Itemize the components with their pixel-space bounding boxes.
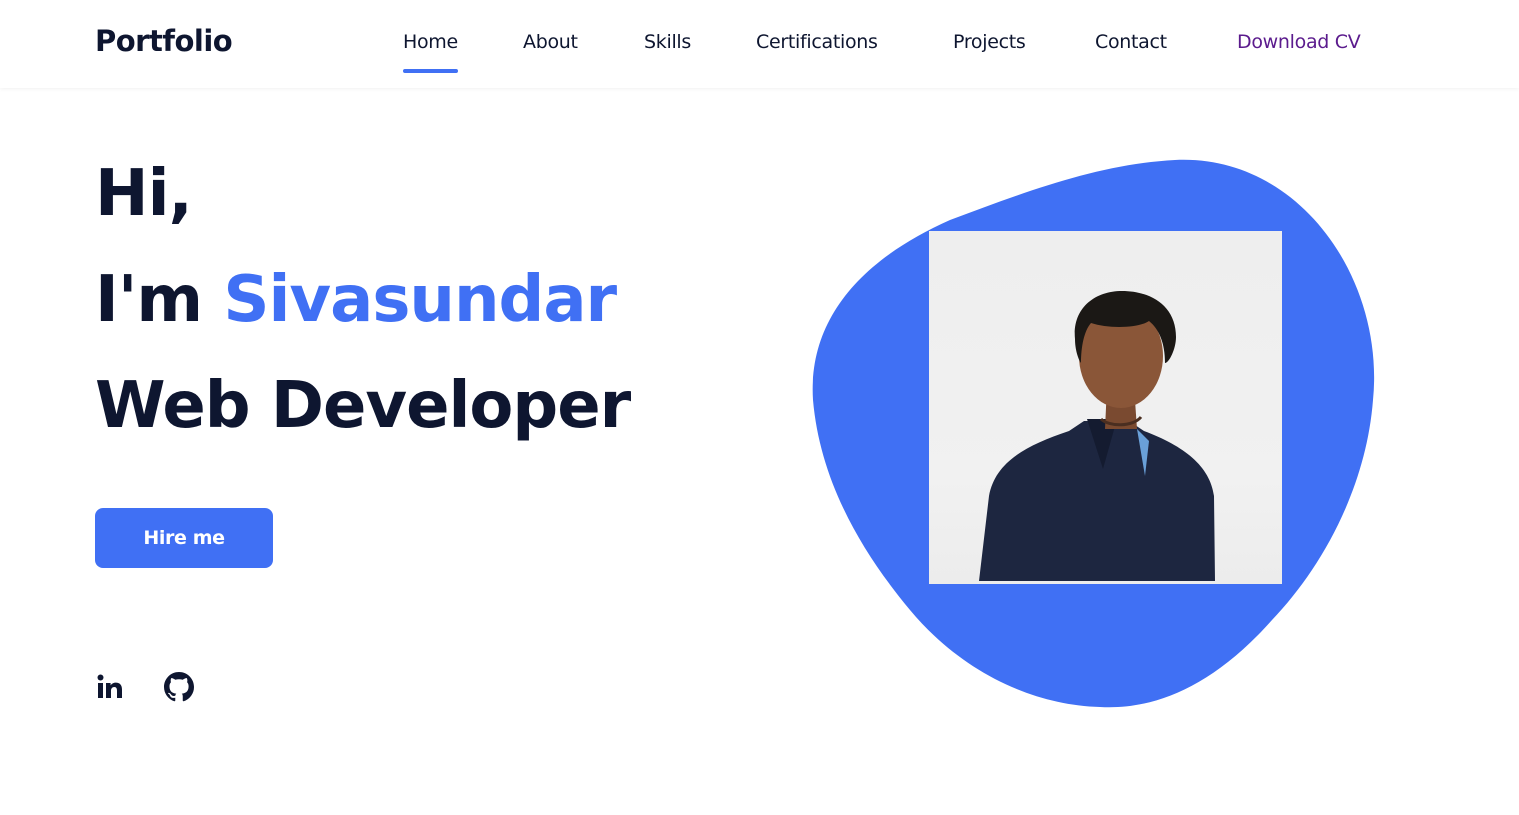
site-header: Portfolio Home About Skills Certificatio… — [0, 0, 1519, 88]
hero-role: Web Developer — [95, 369, 631, 443]
download-cv-link[interactable]: Download CV — [1237, 31, 1361, 53]
github-link[interactable] — [164, 672, 194, 702]
hero-greeting: Hi, — [95, 157, 193, 231]
profile-person-illustration — [979, 291, 1215, 581]
hero-intro-prefix: I'm — [95, 263, 203, 337]
github-icon — [164, 672, 194, 702]
nav-link-certifications[interactable]: Certifications — [756, 31, 878, 53]
nav-link-contact[interactable]: Contact — [1095, 31, 1167, 53]
main-nav: Home About Skills Certifications Project… — [0, 0, 1519, 88]
profile-photo — [929, 231, 1282, 584]
nav-link-projects[interactable]: Projects — [953, 31, 1026, 53]
hero-intro: I'm Sivasundar — [95, 268, 617, 332]
linkedin-link[interactable] — [95, 672, 125, 702]
nav-link-home[interactable]: Home — [403, 31, 458, 73]
nav-link-skills[interactable]: Skills — [644, 31, 691, 53]
linkedin-icon — [97, 674, 122, 698]
nav-link-about[interactable]: About — [523, 31, 578, 53]
hero-name: Sivasundar — [223, 263, 617, 337]
hire-me-button[interactable]: Hire me — [95, 508, 273, 568]
